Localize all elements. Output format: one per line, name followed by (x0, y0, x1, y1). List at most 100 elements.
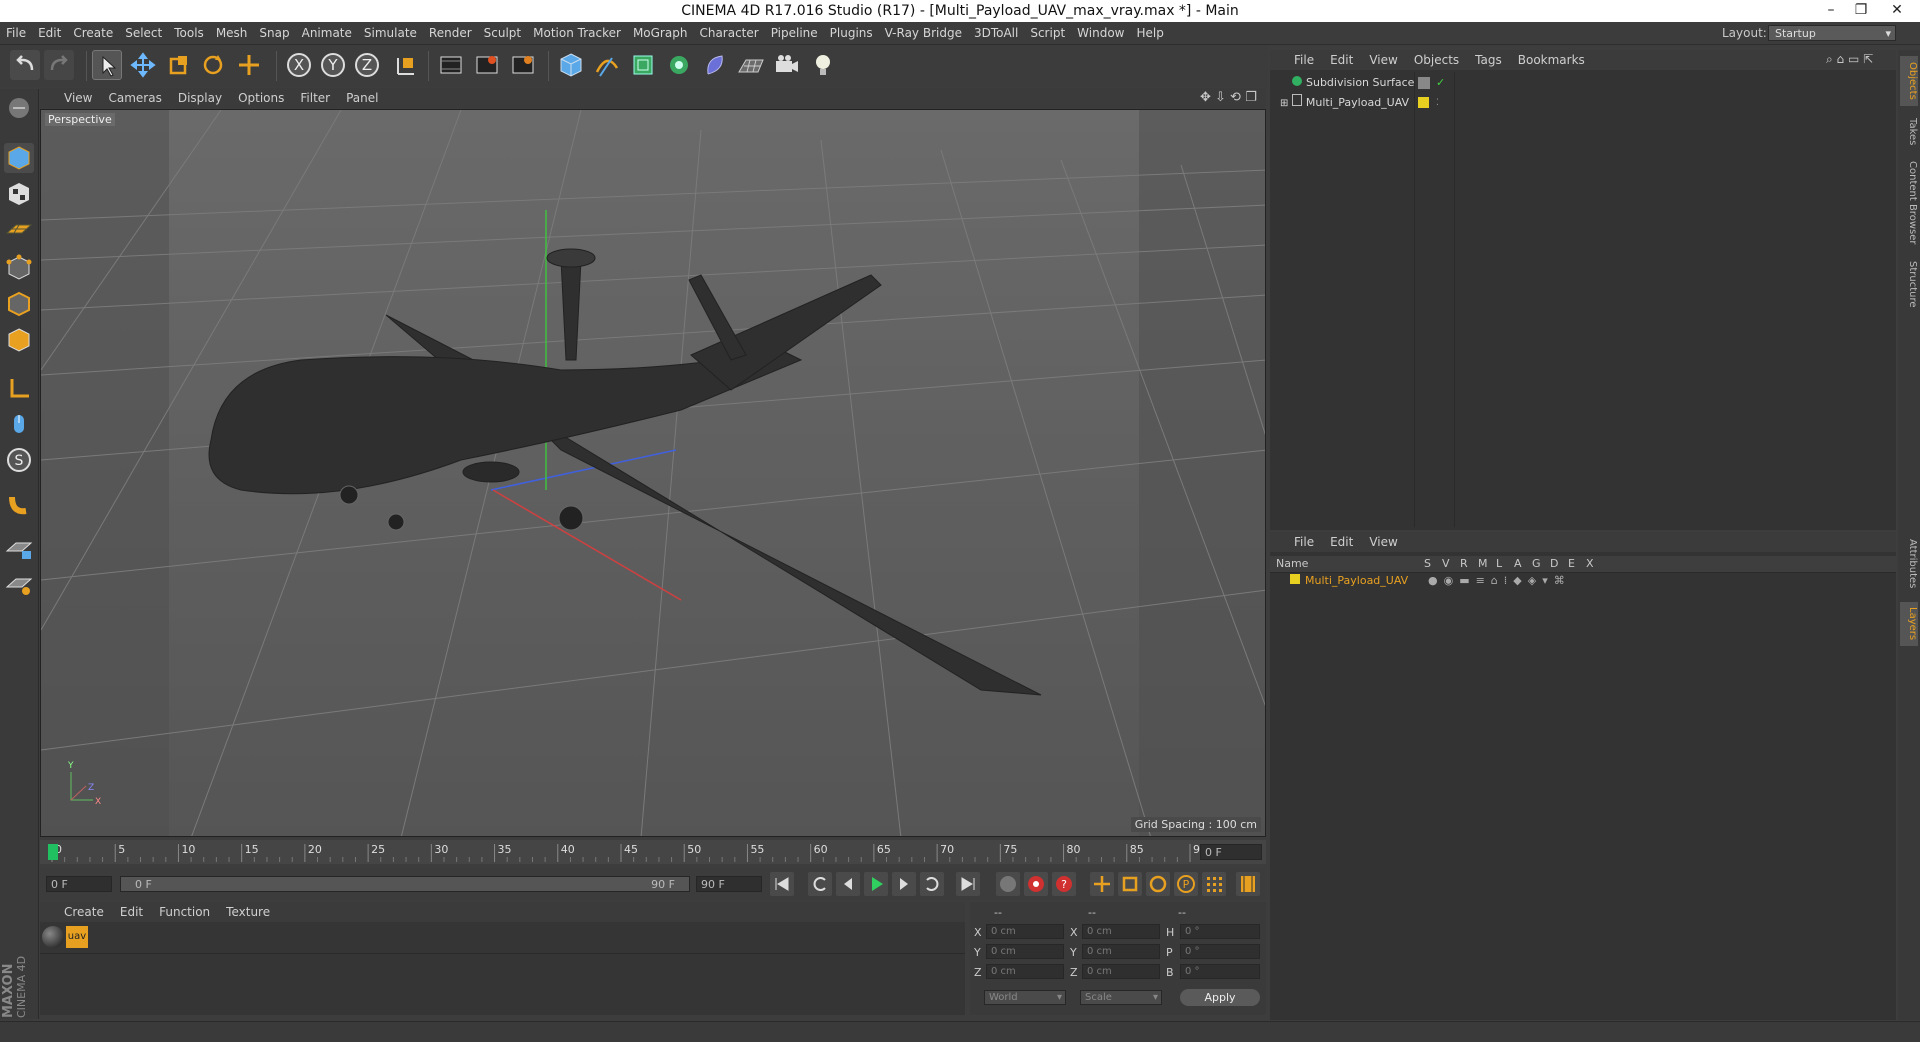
editor-visibility-icon[interactable] (1418, 77, 1430, 89)
object-row-uav[interactable]: ⊞ Multi_Payload_UAV ⁚ (1276, 94, 1886, 112)
scale-icon[interactable] (164, 50, 194, 80)
points-mode-icon[interactable] (4, 253, 34, 283)
visibility-dots-icon[interactable]: ⁚ (1436, 94, 1439, 112)
model-mode-icon[interactable] (4, 143, 34, 173)
floor-grid-icon[interactable] (736, 50, 766, 80)
undo-icon[interactable] (10, 50, 40, 80)
menu-sculpt[interactable]: Sculpt (478, 22, 527, 44)
3d-viewport[interactable]: Y X Z Perspective Grid Spacing : 100 cm (40, 109, 1266, 837)
material-menu-edit[interactable]: Edit (112, 902, 151, 922)
layer-menu-file[interactable]: File (1286, 532, 1322, 552)
coordinate-system-icon[interactable] (390, 50, 420, 80)
layout-dropdown[interactable]: Startup ▾ (1768, 25, 1896, 41)
position-z-field[interactable]: 0 cm (986, 964, 1064, 979)
key-parameter-icon[interactable]: P (1174, 872, 1198, 896)
go-to-end-icon[interactable] (956, 872, 980, 896)
viewport-menu-options[interactable]: Options (230, 88, 292, 108)
autokey-icon[interactable] (1024, 872, 1048, 896)
menu-mograph[interactable]: MoGraph (627, 22, 694, 44)
side-tab-takes[interactable]: Takes (1900, 112, 1918, 152)
axis-mode-icon[interactable] (4, 373, 34, 403)
menu-file[interactable]: File (0, 22, 32, 44)
render-view-icon[interactable] (436, 50, 466, 80)
menu-select[interactable]: Select (119, 22, 168, 44)
object-menu-tags[interactable]: Tags (1467, 50, 1510, 70)
polygons-mode-icon[interactable] (4, 325, 34, 355)
close-icon[interactable]: ✕ (1882, 0, 1912, 22)
material-uav-label[interactable]: uav (66, 926, 88, 948)
render-picture-viewer-icon[interactable] (472, 50, 502, 80)
timeline-window-icon[interactable] (1236, 872, 1260, 896)
mograph-cloner-icon[interactable] (664, 50, 694, 80)
previous-key-icon[interactable] (836, 872, 860, 896)
menu-script[interactable]: Script (1024, 22, 1071, 44)
viewport-menu-view[interactable]: View (56, 88, 100, 108)
minimize-icon[interactable]: – (1816, 0, 1846, 22)
menu-simulate[interactable]: Simulate (358, 22, 423, 44)
camera-icon[interactable] (772, 50, 802, 80)
cube-primitive-icon[interactable] (556, 50, 586, 80)
object-menu-edit[interactable]: Edit (1322, 50, 1361, 70)
end-frame-field[interactable]: 90 F (696, 876, 762, 892)
frame-range-slider[interactable]: 0 F 90 F (120, 876, 690, 892)
edges-mode-icon[interactable] (4, 289, 34, 319)
side-tab-content-browser[interactable]: Content Browser (1900, 158, 1918, 248)
size-mode-dropdown[interactable]: Scale ▾ (1080, 990, 1162, 1005)
workplane-icon[interactable] (4, 213, 34, 243)
restore-icon[interactable]: ❐ (1846, 0, 1876, 22)
side-tab-structure[interactable]: Structure (1900, 254, 1918, 314)
workplane-lock-icon[interactable] (4, 533, 34, 563)
key-position-icon[interactable] (1090, 872, 1114, 896)
position-x-field[interactable]: 0 cm (986, 924, 1064, 939)
menu-3dtoall[interactable]: 3DToAll (968, 22, 1024, 44)
snap-icon[interactable]: S (4, 445, 34, 475)
keyframe-selection-icon[interactable]: ? (1052, 872, 1076, 896)
make-editable-icon[interactable] (4, 93, 34, 123)
menu-help[interactable]: Help (1130, 22, 1169, 44)
deformer-icon[interactable] (700, 50, 730, 80)
y-axis-lock-icon[interactable]: Y (318, 50, 348, 80)
menu-snap[interactable]: Snap (253, 22, 295, 44)
z-axis-lock-icon[interactable]: Z (352, 50, 382, 80)
position-y-field[interactable]: 0 cm (986, 944, 1064, 959)
expand-plus-icon[interactable]: ⊞ (1280, 98, 1288, 109)
next-key-icon[interactable] (892, 872, 916, 896)
object-menu-file[interactable]: File (1286, 50, 1322, 70)
size-x-field[interactable]: 0 cm (1082, 924, 1160, 939)
object-manager-tools-icons[interactable]: ⌕ ⌂ ▭ ⇱ (1826, 52, 1873, 67)
layer-color-swatch[interactable] (1290, 574, 1300, 584)
current-frame-field[interactable]: 0 F (1200, 844, 1262, 860)
object-menu-bookmarks[interactable]: Bookmarks (1510, 50, 1593, 70)
object-menu-view[interactable]: View (1361, 50, 1405, 70)
material-menu-create[interactable]: Create (56, 902, 112, 922)
redo-icon[interactable] (44, 50, 74, 80)
material-menu-texture[interactable]: Texture (218, 902, 278, 922)
viewport-menu-panel[interactable]: Panel (338, 88, 386, 108)
transform-icon[interactable] (234, 50, 264, 80)
subdivision-icon[interactable] (628, 50, 658, 80)
viewport-menu-display[interactable]: Display (170, 88, 230, 108)
rotation-b-field[interactable]: 0 ° (1180, 964, 1260, 979)
viewport-menu-filter[interactable]: Filter (292, 88, 338, 108)
coord-system-dropdown[interactable]: World ▾ (984, 990, 1066, 1005)
menu-edit[interactable]: Edit (32, 22, 67, 44)
object-menu-objects[interactable]: Objects (1406, 50, 1467, 70)
key-scale-icon[interactable] (1118, 872, 1142, 896)
menu-motion-tracker[interactable]: Motion Tracker (527, 22, 627, 44)
loop-forward-icon[interactable] (920, 872, 944, 896)
layer-manager[interactable] (1270, 532, 1896, 1020)
rotation-h-field[interactable]: 0 ° (1180, 924, 1260, 939)
menu-plugins[interactable]: Plugins (824, 22, 879, 44)
side-tab-objects[interactable]: Objects (1900, 56, 1918, 106)
play-icon[interactable] (864, 872, 888, 896)
start-frame-field[interactable]: 0 F (46, 876, 112, 892)
viewport-navigation-icons[interactable]: ✥ ⇩ ⟲ ❐ (1200, 90, 1257, 105)
material-menu-function[interactable]: Function (151, 902, 218, 922)
playhead-marker[interactable] (48, 844, 58, 860)
layer-row-uav[interactable]: Multi_Payload_UAV ●◉▬≡⌂⁞◆◈▾⌘ (1276, 572, 1886, 590)
move-icon[interactable] (128, 50, 158, 80)
rotation-p-field[interactable]: 0 ° (1180, 944, 1260, 959)
light-icon[interactable] (808, 50, 838, 80)
record-keys-icon[interactable] (996, 872, 1020, 896)
select-arrow-icon[interactable] (92, 50, 122, 80)
